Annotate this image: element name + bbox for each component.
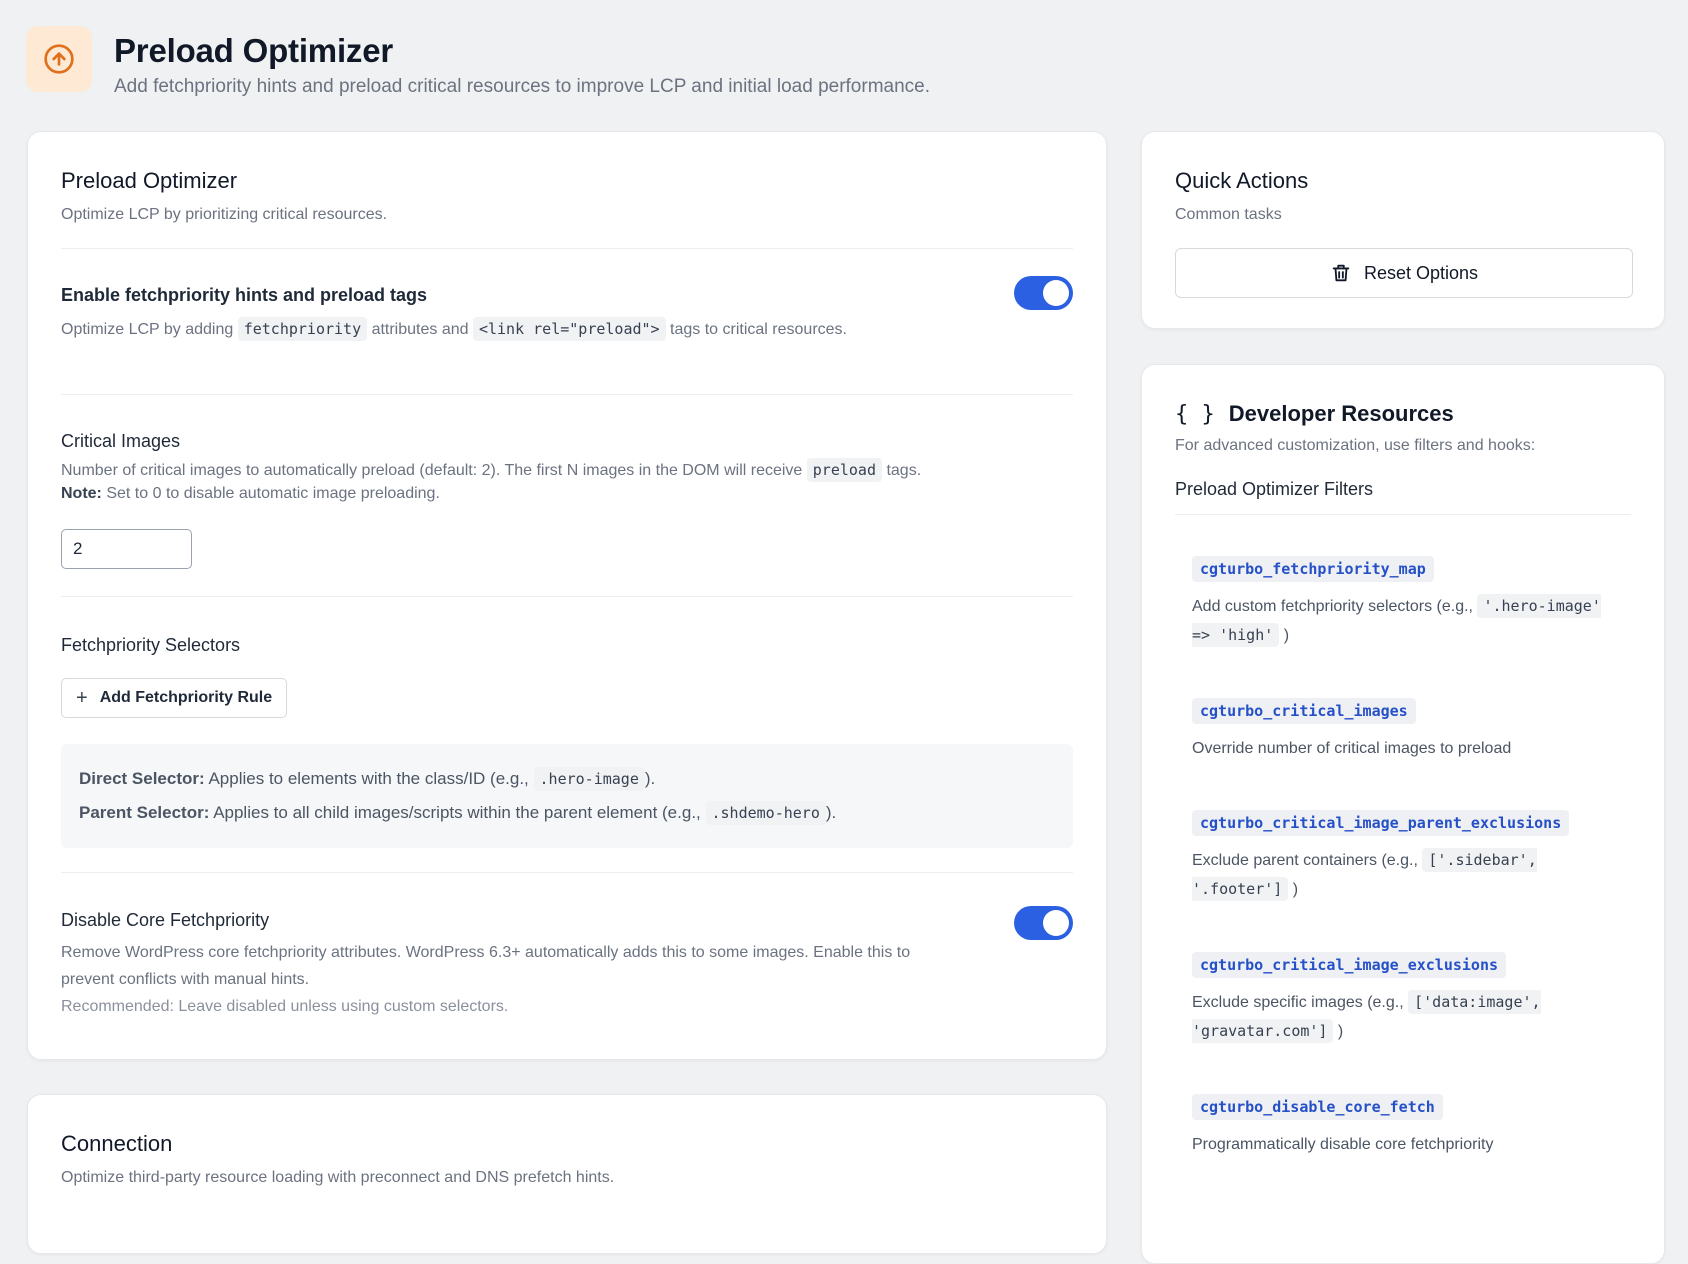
- card-description: Optimize LCP by prioritizing critical re…: [61, 206, 388, 223]
- code-hero-image: .hero-image: [533, 767, 645, 791]
- code-shdemo-hero: .shdemo-hero: [705, 801, 826, 825]
- fetchpriority-selectors-title: Fetchpriority Selectors: [61, 635, 241, 655]
- quick-actions-title: Quick Actions: [1175, 168, 1309, 193]
- code-preload: preload: [806, 458, 882, 482]
- toggle-knob: [1043, 910, 1069, 936]
- filters-heading: Preload Optimizer Filters: [1175, 479, 1374, 499]
- enable-setting-description: Optimize LCP by adding fetchpriority att…: [61, 317, 1073, 342]
- filter-item: cgturbo_fetchpriority_map Add custom fet…: [1192, 556, 1631, 698]
- direct-selector-label: Direct Selector:: [79, 769, 205, 788]
- enable-fetchpriority-toggle[interactable]: [1014, 276, 1073, 310]
- desc-text: Number of critical images to automatical…: [61, 462, 803, 479]
- desc-text: Optimize LCP by adding: [61, 321, 234, 338]
- developer-resources-description: For advanced customization, use filters …: [1175, 437, 1536, 454]
- parent-selector-info: Parent Selector: Applies to all child im…: [79, 796, 1055, 830]
- connection-title: Connection: [61, 1131, 173, 1156]
- desc-text: Exclude parent containers (e.g.,: [1192, 852, 1418, 869]
- direct-selector-info: Direct Selector: Applies to elements wit…: [79, 762, 1055, 796]
- arrow-up-circle-icon: [44, 44, 74, 74]
- braces-icon: { }: [1175, 401, 1215, 427]
- critical-images-title: Critical Images: [61, 431, 181, 451]
- preload-optimizer-card: Preload Optimizer Optimize LCP by priori…: [27, 131, 1107, 1060]
- plus-icon: +: [76, 686, 88, 709]
- desc-text: Exclude specific images (e.g.,: [1192, 994, 1404, 1011]
- filter-description: Add custom fetchpriority selectors (e.g.…: [1192, 592, 1612, 650]
- connection-card: Connection Optimize third-party resource…: [27, 1094, 1107, 1254]
- critical-images-description: Number of critical images to automatical…: [61, 458, 1073, 483]
- critical-images-note: Note: Set to 0 to disable automatic imag…: [61, 483, 1073, 505]
- filter-description: Exclude parent containers (e.g., ['.side…: [1192, 846, 1552, 904]
- quick-actions-card: Quick Actions Common tasks Reset Options: [1141, 131, 1665, 329]
- quick-actions-description: Common tasks: [1175, 206, 1282, 223]
- punct: ).: [825, 803, 837, 822]
- add-rule-label: Add Fetchpriority Rule: [99, 689, 273, 706]
- code-link-preload: <link rel="preload">: [472, 317, 666, 341]
- filter-item: cgturbo_critical_image_exclusions Exclud…: [1192, 952, 1631, 1094]
- desc-text: tags to critical resources.: [670, 321, 847, 338]
- disable-core-title: Disable Core Fetchpriority: [61, 910, 270, 930]
- filter-description: Programmatically disable core fetchprior…: [1192, 1136, 1494, 1153]
- direct-selector-text: Applies to elements with the class/ID (e…: [208, 769, 529, 788]
- critical-images-input[interactable]: [61, 529, 192, 569]
- filter-name: cgturbo_fetchpriority_map: [1192, 556, 1434, 582]
- punct: ): [1337, 1023, 1344, 1040]
- filter-name: cgturbo_disable_core_fetch: [1192, 1094, 1443, 1120]
- filter-item: cgturbo_critical_images Override number …: [1192, 698, 1631, 810]
- enable-setting-title: Enable fetchpriority hints and preload t…: [61, 285, 428, 305]
- fetchpriority-selectors-section: Fetchpriority Selectors + Add Fetchprior…: [61, 597, 1073, 872]
- filters-list: cgturbo_fetchpriority_map Add custom fet…: [1175, 515, 1631, 1206]
- filter-item: cgturbo_critical_image_parent_exclusions…: [1192, 810, 1631, 952]
- punct: ): [1292, 881, 1299, 898]
- reset-options-label: Reset Options: [1363, 262, 1479, 283]
- page-header: Preload Optimizer Add fetchpriority hint…: [26, 26, 930, 98]
- code-fetchpriority: fetchpriority: [237, 317, 368, 341]
- developer-resources-card: { } Developer Resources For advanced cus…: [1141, 364, 1665, 1264]
- filter-description: Exclude specific images (e.g., ['data:im…: [1192, 988, 1552, 1046]
- trash-icon: [1332, 264, 1350, 282]
- parent-selector-text: Applies to all child images/scripts with…: [213, 803, 701, 822]
- disable-core-fetchpriority-setting: Disable Core Fetchpriority Remove WordPr…: [61, 873, 1073, 1020]
- filter-name: cgturbo_critical_image_parent_exclusions: [1192, 810, 1570, 836]
- desc-text: attributes and: [371, 321, 469, 338]
- critical-images-setting: Critical Images Number of critical image…: [61, 395, 1073, 596]
- disable-core-recommendation: Recommended: Leave disabled unless using…: [61, 998, 509, 1015]
- filter-name: cgturbo_critical_images: [1192, 698, 1416, 724]
- card-title: Preload Optimizer: [61, 168, 238, 193]
- toggle-knob: [1043, 280, 1069, 306]
- note-label: Note:: [61, 485, 102, 502]
- add-fetchpriority-rule-button[interactable]: + Add Fetchpriority Rule: [61, 678, 288, 718]
- header-icon-box: [26, 26, 92, 92]
- page-title: Preload Optimizer: [114, 32, 394, 69]
- disable-core-fetchpriority-toggle[interactable]: [1014, 906, 1073, 940]
- developer-resources-header: { } Developer Resources: [1175, 401, 1631, 427]
- desc-text: Add custom fetchpriority selectors (e.g.…: [1192, 598, 1473, 615]
- connection-description: Optimize third-party resource loading wi…: [61, 1169, 615, 1186]
- punct: ).: [644, 769, 656, 788]
- filter-description: Override number of critical images to pr…: [1192, 740, 1512, 757]
- disable-core-description: Remove WordPress core fetchpriority attr…: [61, 944, 911, 988]
- selector-info-box: Direct Selector: Applies to elements wit…: [61, 744, 1073, 848]
- enable-setting: Enable fetchpriority hints and preload t…: [61, 249, 1073, 376]
- desc-text: tags.: [886, 462, 922, 479]
- note-text: Set to 0 to disable automatic image prel…: [106, 485, 440, 502]
- page-subtitle: Add fetchpriority hints and preload crit…: [114, 76, 931, 97]
- filter-item: cgturbo_disable_core_fetch Programmatica…: [1192, 1094, 1631, 1206]
- parent-selector-label: Parent Selector:: [79, 803, 210, 822]
- developer-resources-title: Developer Resources: [1228, 401, 1454, 426]
- punct: ): [1283, 627, 1290, 644]
- reset-options-button[interactable]: Reset Options: [1175, 248, 1633, 298]
- filter-name: cgturbo_critical_image_exclusions: [1192, 952, 1507, 978]
